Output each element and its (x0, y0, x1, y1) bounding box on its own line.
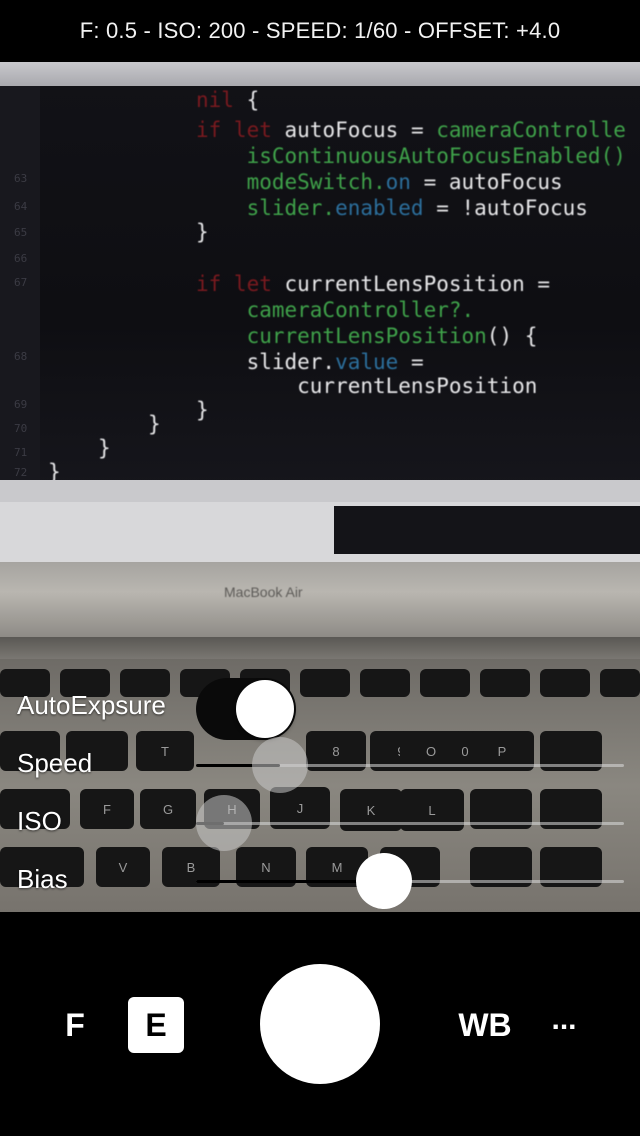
preview-code-token: } (196, 398, 209, 422)
preview-code-token: modeSwitch. (196, 170, 386, 194)
preview-laptop-label: MacBook Air (224, 584, 303, 600)
preview-closing-brace: } (148, 412, 161, 436)
preview-code-line: isContinuousAutoFocusEnabled() (196, 144, 626, 168)
exposure-mode-button[interactable]: E (128, 997, 184, 1053)
preview-code-line: if let autoFocus = cameraControlle (196, 118, 626, 142)
preview-xcode-toolbar (0, 480, 640, 502)
iso-slider[interactable] (196, 792, 624, 854)
preview-code-token: nil (196, 88, 234, 112)
preview-code-line: currentLensPosition() { (196, 324, 538, 348)
preview-code-token: slider. (196, 350, 336, 374)
shutter-button[interactable] (260, 964, 380, 1084)
camera-control-bar: F E WB ... (0, 912, 640, 1136)
preview-code-token: on (385, 170, 411, 194)
preview-code-line: currentLensPosition (196, 374, 537, 398)
preview-line-number: 72 (14, 466, 28, 479)
preview-code-token: currentLensPosition (284, 272, 525, 296)
preview-line-number: 70 (14, 422, 28, 435)
preview-line-number: 65 (14, 226, 28, 239)
preview-code-token: enabled (335, 196, 424, 220)
preview-code-line: } (196, 220, 209, 244)
preview-line-number: 66 (14, 252, 28, 265)
preview-line-number: 67 (14, 276, 28, 289)
preview-line-number: 71 (14, 446, 28, 459)
preview-keyboard-key (480, 669, 530, 697)
preview-laptop-screen: nil {if let autoFocus = cameraControlle … (0, 62, 640, 492)
auto-exposure-toggle-knob[interactable] (236, 680, 294, 738)
preview-code-line: if let currentLensPosition = (196, 272, 550, 296)
auto-exposure-label: AutoExpsure (17, 690, 166, 720)
preview-code-line: } (196, 398, 209, 422)
bias-slider[interactable] (196, 850, 624, 912)
speed-slider-thumb[interactable] (251, 737, 308, 793)
preview-code-token: = (524, 272, 551, 296)
preview-line-number: 68 (14, 350, 28, 363)
preview-keyboard-key: G (140, 789, 196, 829)
preview-closing-brace: } (98, 436, 111, 460)
preview-keyboard-key (360, 669, 410, 697)
exposure-readout: F: 0.5 - ISO: 200 - SPEED: 1/60 - OFFSET… (79, 18, 561, 43)
preview-keyboard-key (300, 669, 350, 697)
iso-slider-track (196, 822, 624, 825)
preview-keyboard-key (600, 669, 640, 697)
preview-code-line: modeSwitch.on = autoFocus (196, 170, 563, 194)
bias-slider-thumb[interactable] (355, 853, 412, 909)
preview-code-token: autoFocus (284, 118, 399, 142)
preview-line-number: 69 (14, 398, 28, 411)
speed-label: Speed (17, 748, 93, 778)
status-bar: F: 0.5 - ISO: 200 - SPEED: 1/60 - OFFSET… (0, 0, 640, 62)
preview-keyboard-key: V (96, 847, 150, 887)
preview-code-token: if let (196, 118, 285, 142)
bias-label: Bias (17, 864, 68, 894)
speed-slider[interactable] (196, 734, 624, 796)
preview-code-token: isContinuousAutoFocusEnabled() (196, 144, 626, 168)
preview-keyboard-key (420, 669, 470, 697)
preview-line-number: 64 (14, 200, 28, 213)
more-options-button[interactable]: ... (540, 992, 588, 1048)
camera-viewfinder[interactable]: nil {if let autoFocus = cameraControlle … (0, 62, 640, 912)
preview-keyboard-key: F (80, 789, 134, 829)
preview-code-token: = !autoFocus (423, 196, 588, 220)
focus-mode-button[interactable]: F (55, 997, 95, 1053)
preview-code-token: = autoFocus (410, 170, 563, 194)
preview-code-token: = (398, 118, 437, 142)
preview-code-line: cameraController?. (196, 298, 475, 322)
white-balance-button[interactable]: WB (452, 997, 518, 1053)
preview-code-token: if let (196, 272, 285, 296)
preview-code-token: cameraController?. (196, 298, 475, 322)
preview-code-token: currentLensPosition (196, 324, 487, 348)
iso-label: ISO (17, 806, 62, 836)
preview-code-line: slider.enabled = !autoFocus (196, 196, 588, 220)
preview-code-token: cameraControlle (436, 118, 626, 142)
preview-code-token: { (233, 88, 260, 112)
preview-laptop-hinge (0, 637, 640, 659)
iso-slider-thumb[interactable] (196, 795, 252, 851)
preview-console (334, 506, 640, 554)
auto-exposure-toggle[interactable] (196, 678, 296, 740)
preview-code-token: currentLensPosition (196, 374, 538, 398)
preview-code-line: nil { (196, 88, 259, 112)
preview-code-token: slider. (196, 196, 336, 220)
preview-code-token: = (398, 350, 424, 374)
preview-code-token: value (335, 350, 399, 374)
preview-code-token: () { (486, 324, 538, 348)
preview-code-token: } (196, 220, 209, 244)
preview-keyboard-key (540, 669, 590, 697)
preview-code-line: slider.value = (196, 350, 424, 374)
preview-browser-strip (0, 62, 640, 86)
preview-laptop-bezel (0, 562, 640, 637)
preview-keyboard-key: T (136, 731, 194, 771)
preview-line-number: 63 (14, 172, 28, 185)
